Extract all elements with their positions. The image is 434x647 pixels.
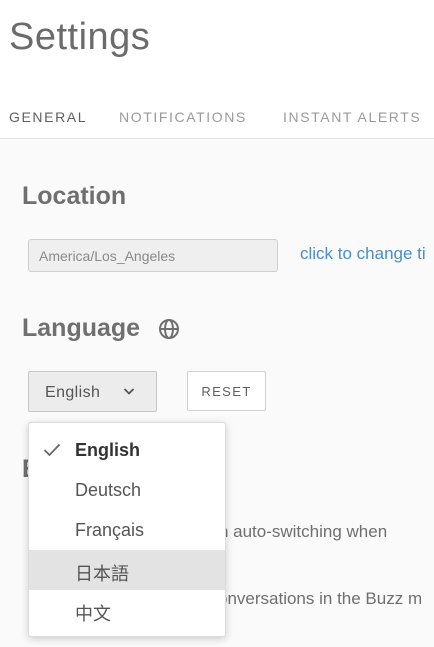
setting-description-buzz: onversations in the Buzz m (218, 589, 423, 608)
tab-instant-alerts[interactable]: INSTANT ALERTS (283, 109, 421, 125)
change-timezone-link[interactable]: click to change ti (300, 244, 426, 264)
globe-icon (159, 319, 179, 339)
language-option-label: English (75, 440, 141, 460)
chevron-down-icon (123, 388, 135, 395)
tab-notifications[interactable]: NOTIFICATIONS (119, 109, 247, 125)
location-heading: Location (22, 182, 127, 210)
page-title: Settings (9, 16, 151, 58)
language-dropdown: English Deutsch Français 日本語 中文 (28, 422, 226, 637)
language-option-francais[interactable]: Français (29, 510, 225, 550)
timezone-input[interactable] (28, 239, 278, 272)
language-option-label: 中文 (75, 604, 111, 624)
language-option-japanese[interactable]: 日本語 (29, 550, 225, 590)
language-select[interactable]: English (28, 371, 157, 412)
language-option-deutsch[interactable]: Deutsch (29, 470, 225, 510)
tab-general[interactable]: GENERAL (9, 109, 87, 125)
reset-language-button[interactable]: RESET (187, 371, 266, 411)
page-header: Settings GENERAL NOTIFICATIONS INSTANT A… (0, 0, 434, 139)
language-option-english[interactable]: English (29, 430, 225, 470)
language-option-label: Deutsch (75, 480, 142, 500)
language-option-label: Français (75, 520, 145, 540)
language-select-value: English (45, 384, 101, 401)
language-option-label: 日本語 (75, 564, 129, 584)
setting-description-auto-switching: tion auto-switching when (201, 522, 388, 541)
language-option-chinese[interactable]: 中文 (29, 590, 225, 630)
language-heading: Language (22, 314, 141, 342)
checkmark-icon (43, 443, 61, 457)
